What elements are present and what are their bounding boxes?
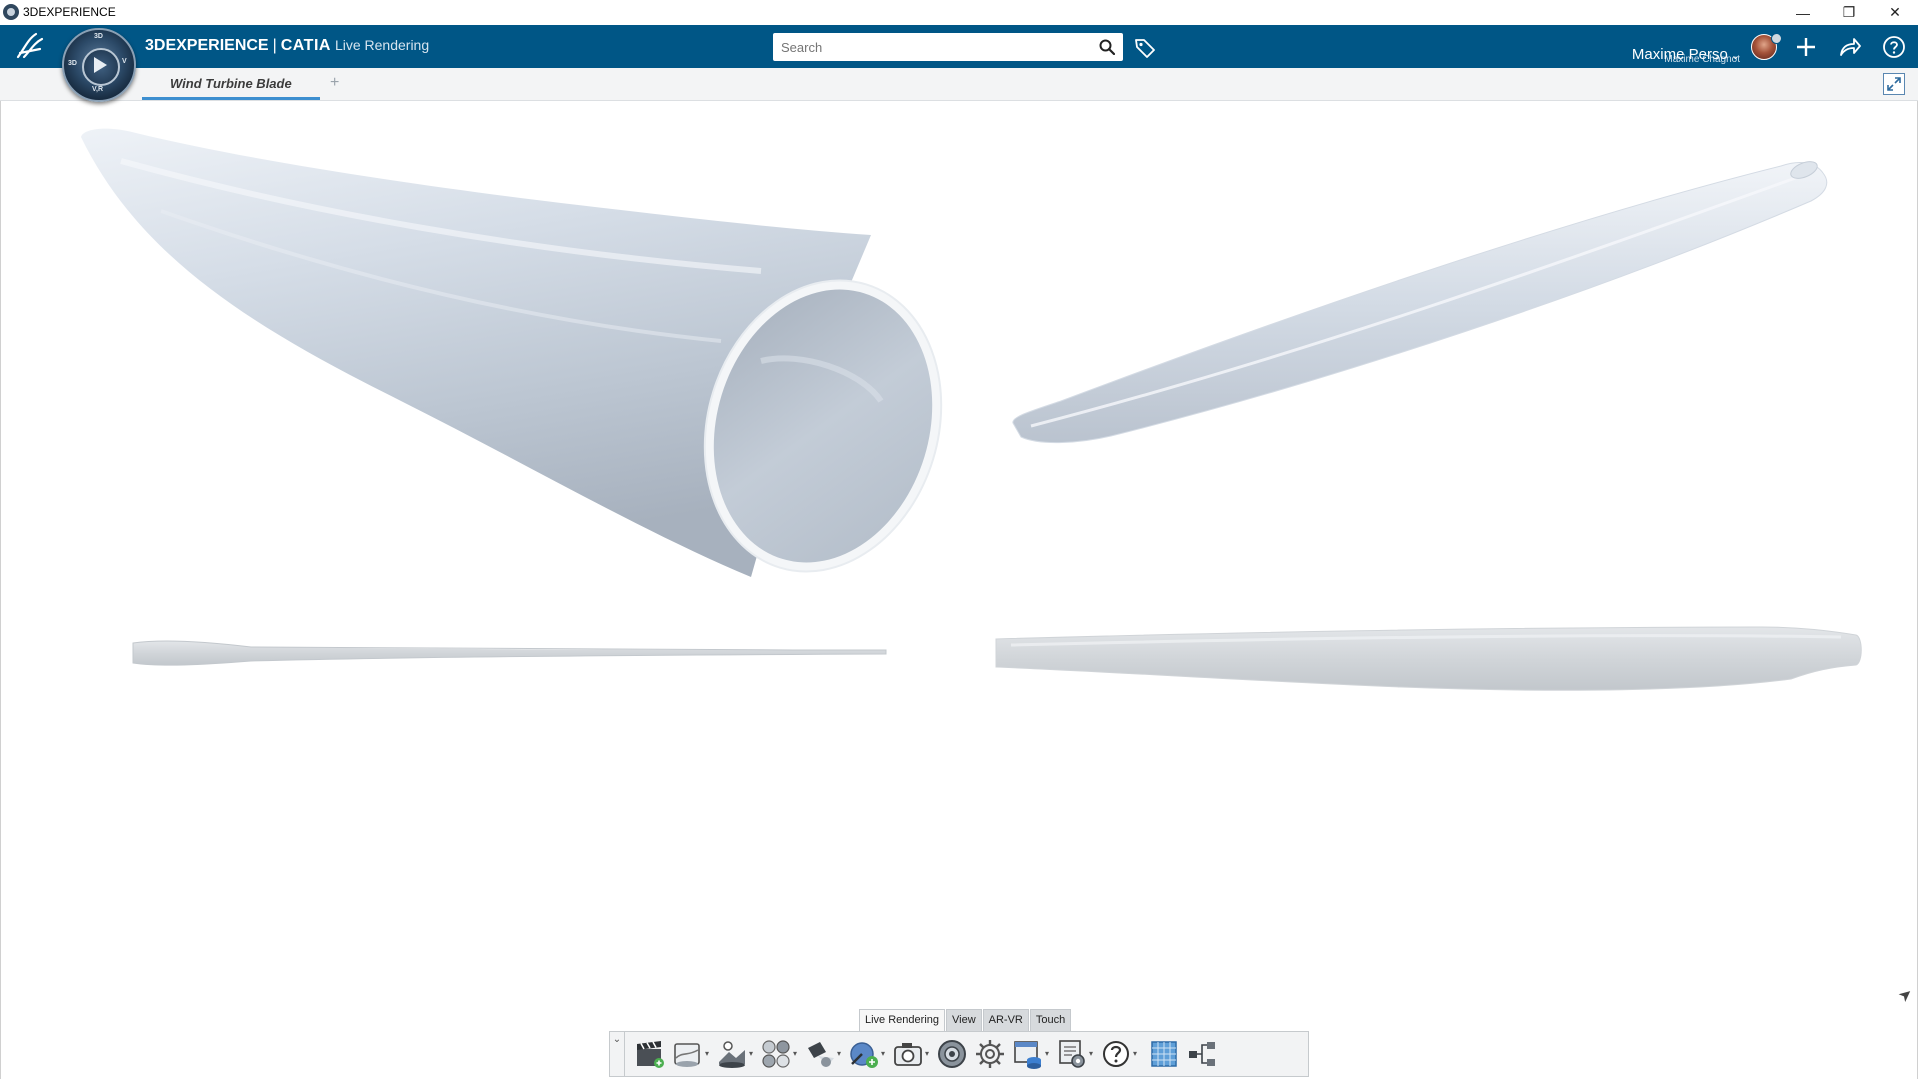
3d-viewport[interactable] [0,101,1918,1079]
app-icon [3,4,19,20]
camera-dropdown-arrow[interactable]: ▾ [881,1049,885,1058]
brand-prefix: 3DEXPERIENCE [145,37,269,54]
tab-bar: Wind Turbine Blade [0,68,1918,101]
play-icon[interactable] [94,57,107,73]
compass-icon[interactable]: 3D 3D V V,R [62,28,136,102]
tag-icon[interactable] [1133,36,1157,60]
action-bar: ⌄ ▾ ▾ ▾ ▾ ▾ ▾ ▾ ▾ ▾ [609,1031,1309,1077]
brand-separator: | [272,37,277,54]
data-dropdown-arrow[interactable]: ▾ [1045,1049,1049,1058]
capture-icon[interactable] [892,1038,924,1070]
settings-icon[interactable] [974,1038,1006,1070]
tools-dropdown-arrow[interactable]: ▾ [1089,1049,1093,1058]
compass-label-right: V [122,58,127,65]
tree-icon[interactable] [1186,1038,1218,1070]
window-title: 3DEXPERIENCE [23,5,116,19]
stage-icon[interactable] [716,1038,748,1070]
blade-edge-view[interactable] [132,640,887,666]
search-input[interactable] [773,33,1089,61]
help-dropdown-arrow[interactable]: ▾ [1133,1049,1137,1058]
user-display-name[interactable]: Maxime Perso [1632,46,1728,63]
blade-oblique-view[interactable] [1012,158,1828,444]
compass-label-bottom: V,R [92,86,104,93]
window-title-bar: 3DEXPERIENCE — ❐ ✕ [0,0,1918,26]
restore-button[interactable]: ❐ [1826,0,1872,25]
help-icon[interactable] [1100,1038,1132,1070]
section-tab-view[interactable]: View [946,1009,982,1032]
lights-icon[interactable] [804,1038,836,1070]
materials-icon[interactable] [760,1038,792,1070]
lights-dropdown-arrow[interactable]: ▾ [837,1049,841,1058]
user-menu[interactable]: Maxime Perso ⌄ [1600,46,1740,63]
chevron-down-icon[interactable]: ⌄ [1731,50,1740,62]
blade-planform-view[interactable] [995,626,1862,691]
close-button[interactable]: ✕ [1872,0,1918,25]
blade-perspective-view[interactable] [81,128,976,602]
render-icon[interactable] [936,1038,968,1070]
ds-logo-icon[interactable] [14,31,46,61]
notification-badge[interactable] [1771,33,1782,44]
brand-app: CATIA [280,37,331,54]
grid-icon[interactable] [1148,1038,1180,1070]
materials-dropdown-arrow[interactable]: ▾ [793,1049,797,1058]
action-bar-section-tabs: Live Rendering View AR-VR Touch [859,1009,1072,1032]
app-brand: 3DEXPERIENCE | CATIA Live Rendering [145,37,429,55]
minimize-button[interactable]: — [1780,0,1826,25]
environment-icon[interactable] [672,1038,704,1070]
camera-add-icon[interactable] [848,1038,880,1070]
help-icon[interactable] [1880,33,1908,61]
share-icon[interactable] [1836,33,1864,61]
section-tab-live-rendering[interactable]: Live Rendering [859,1009,945,1032]
section-tab-ar-vr[interactable]: AR-VR [982,1009,1029,1032]
tools-icon[interactable] [1056,1038,1088,1070]
environment-dropdown-arrow[interactable]: ▾ [705,1049,709,1058]
maximize-viewer-button[interactable] [1883,73,1905,95]
compass-label-left: 3D [68,60,77,67]
search-icon[interactable] [1099,39,1115,55]
add-tab-button[interactable]: + [330,74,339,92]
tab-label[interactable]: Wind Turbine Blade [142,76,320,91]
clapperboard-icon[interactable] [634,1038,666,1070]
plus-icon[interactable] [1792,33,1820,61]
data-icon[interactable] [1012,1038,1044,1070]
brand-role: Live Rendering [334,37,430,53]
stage-dropdown-arrow[interactable]: ▾ [749,1049,753,1058]
action-bar-collapse-button[interactable]: ⌄ [610,1032,625,1076]
blade-render[interactable] [1,101,1918,1079]
compass-label-top: 3D [94,33,103,40]
search-box[interactable] [773,33,1123,61]
capture-dropdown-arrow[interactable]: ▾ [925,1049,929,1058]
section-tab-touch[interactable]: Touch [1029,1009,1072,1032]
tab-wind-turbine-blade[interactable]: Wind Turbine Blade [142,76,320,100]
